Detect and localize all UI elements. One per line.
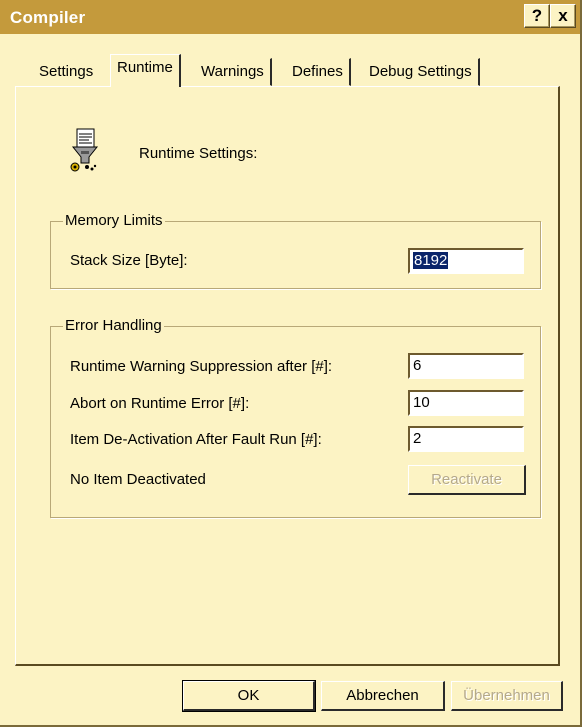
help-button[interactable]: ? (524, 4, 550, 28)
abort-on-error-input[interactable]: 10 (408, 390, 524, 416)
error-handling-title: Error Handling (63, 317, 164, 334)
tab-warnings[interactable]: Warnings (194, 58, 272, 86)
reactivate-button[interactable]: Reactivate (408, 465, 526, 495)
stack-size-input[interactable]: 8192 (408, 248, 524, 274)
apply-button[interactable]: Übernehmen (451, 681, 563, 711)
tab-runtime[interactable]: Runtime (110, 54, 181, 87)
ok-button[interactable]: OK (182, 680, 316, 712)
warning-suppression-label: Runtime Warning Suppression after [#]: (70, 358, 333, 375)
compiler-gear-icon (70, 128, 99, 172)
cancel-button[interactable]: Abbrechen (321, 681, 445, 711)
abort-on-error-label: Abort on Runtime Error [#]: (70, 395, 250, 412)
title-bar[interactable]: Compiler ? x (0, 0, 580, 34)
warning-suppression-input[interactable]: 6 (408, 353, 524, 379)
close-button[interactable]: x (550, 4, 576, 28)
tab-settings[interactable]: Settings (32, 58, 100, 86)
deactivation-input[interactable]: 2 (408, 426, 524, 452)
stack-size-value: 8192 (413, 252, 449, 269)
deactivation-label: Item De-Activation After Fault Run [#]: (70, 431, 322, 448)
tab-defines[interactable]: Defines (285, 58, 351, 86)
tab-debug-settings[interactable]: Debug Settings (362, 58, 480, 86)
deactivation-status: No Item Deactivated (70, 471, 206, 488)
memory-limits-title: Memory Limits (63, 212, 165, 229)
stack-size-label: Stack Size [Byte]: (70, 252, 188, 269)
header-text: Runtime Settings: (139, 145, 258, 162)
compiler-dialog: Compiler ? x Settings Runtime Warnings D… (0, 0, 582, 727)
window-title: Compiler (10, 8, 86, 27)
